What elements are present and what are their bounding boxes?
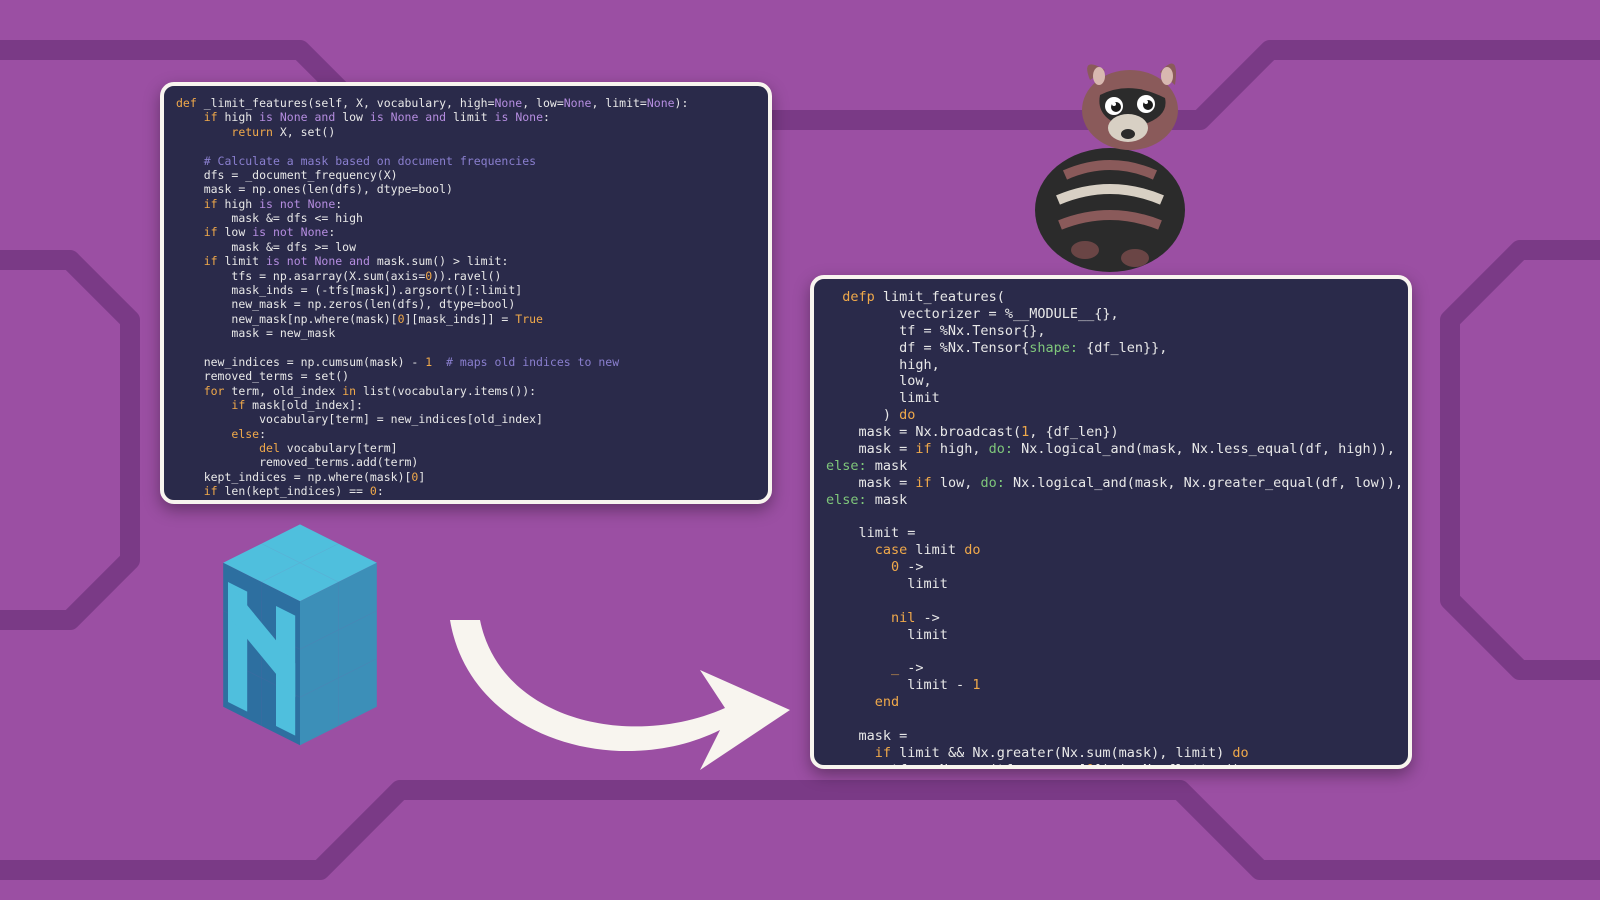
arrow-icon (430, 600, 800, 800)
python-code-panel: def _limit_features(self, X, vocabulary,… (160, 82, 772, 504)
numpy-logo-icon (180, 510, 420, 750)
python-code: def _limit_features(self, X, vocabulary,… (164, 86, 768, 504)
numbat-mascot-icon (1010, 50, 1210, 280)
elixir-code: defp limit_features( vectorizer = %__MOD… (814, 279, 1408, 769)
elixir-code-panel: defp limit_features( vectorizer = %__MOD… (810, 275, 1412, 769)
